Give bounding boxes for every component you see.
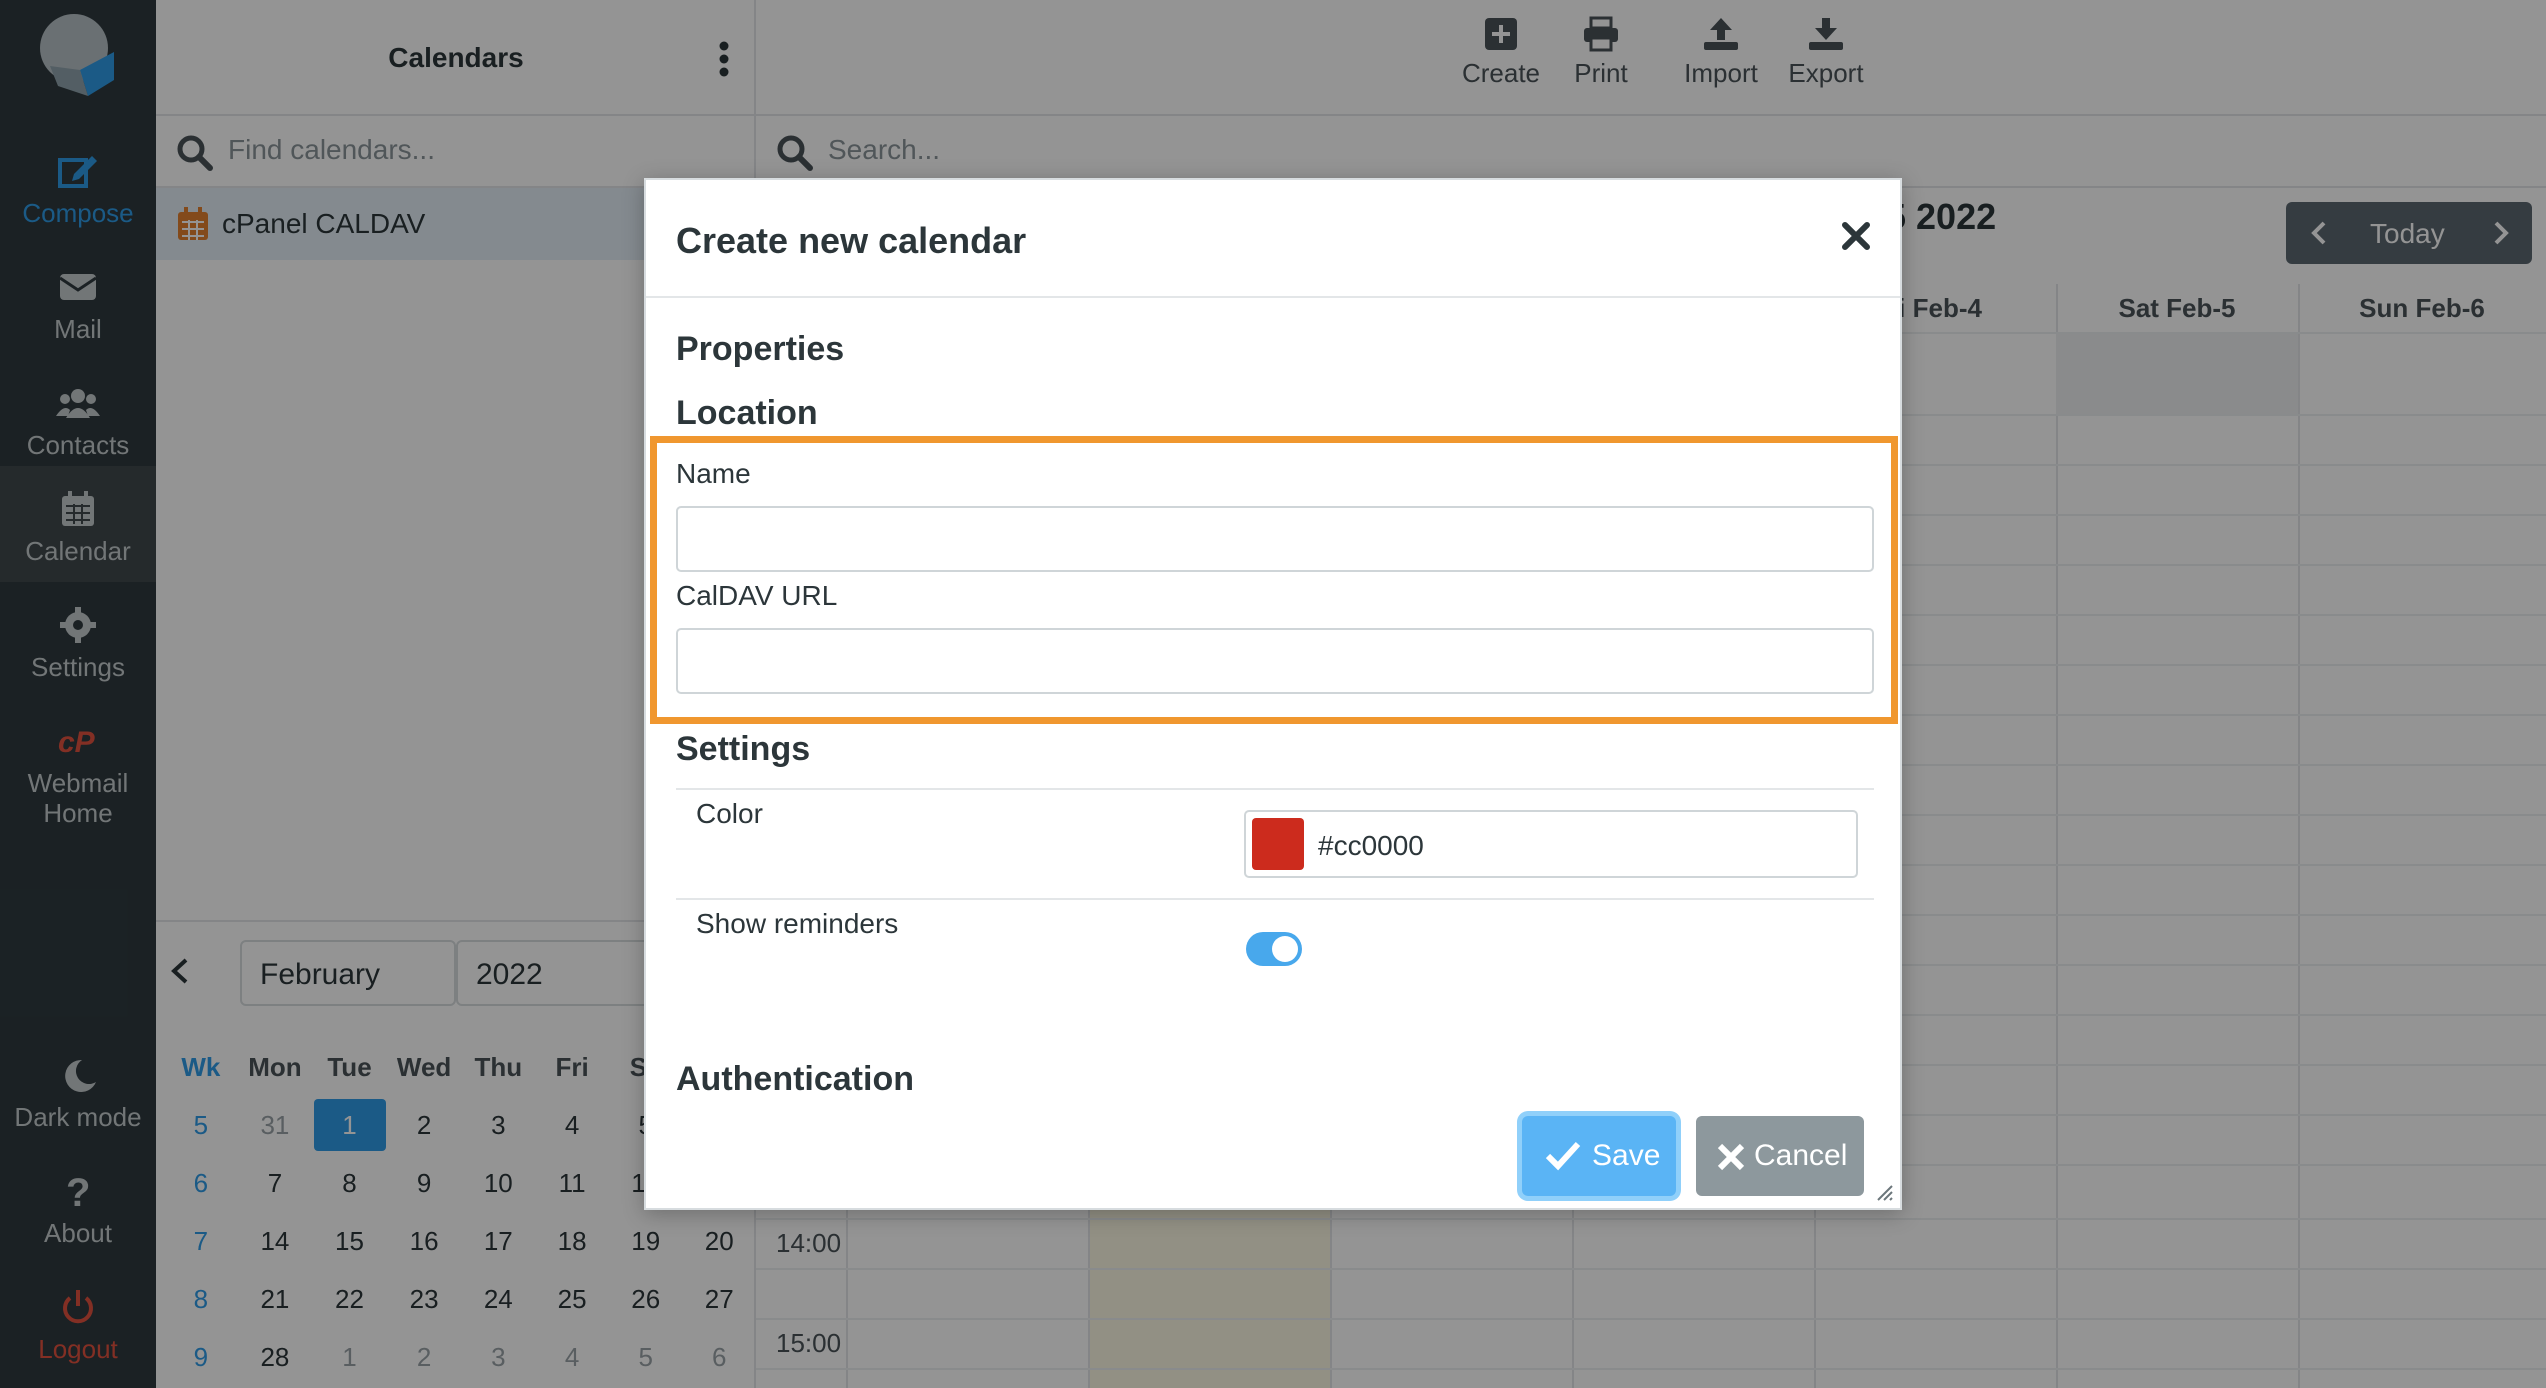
resize-handle-icon[interactable] (1872, 1180, 1894, 1202)
close-icon[interactable] (1838, 218, 1874, 254)
color-value: #cc0000 (1318, 830, 1424, 861)
name-label: Name (676, 458, 751, 489)
caldav-url-field[interactable] (676, 628, 1874, 694)
row-divider (676, 788, 1874, 790)
name-field[interactable] (676, 506, 1874, 572)
settings-heading: Settings (676, 730, 811, 768)
authentication-heading: Authentication (676, 1060, 914, 1098)
close-icon (1717, 1143, 1745, 1171)
check-icon (1545, 1141, 1581, 1171)
show-reminders-label: Show reminders (696, 908, 899, 939)
cancel-button[interactable]: Cancel (1696, 1116, 1864, 1196)
toggle-knob (1272, 936, 1298, 962)
caldav-url-label: CalDAV URL (676, 580, 838, 611)
properties-heading: Properties (676, 330, 845, 368)
show-reminders-toggle[interactable] (1246, 932, 1302, 966)
dialog-title: Create new calendar (676, 220, 1027, 261)
cancel-label: Cancel (1754, 1139, 1848, 1172)
save-label: Save (1592, 1139, 1661, 1172)
save-button[interactable]: Save (1522, 1116, 1676, 1196)
create-calendar-dialog: Create new calendar Properties Location … (644, 178, 1902, 1210)
row-divider (676, 898, 1874, 900)
color-picker[interactable]: #cc0000 (1244, 810, 1858, 878)
color-label: Color (696, 798, 763, 829)
dialog-divider (646, 296, 1900, 298)
location-heading: Location (676, 394, 818, 432)
color-swatch[interactable] (1252, 818, 1304, 870)
